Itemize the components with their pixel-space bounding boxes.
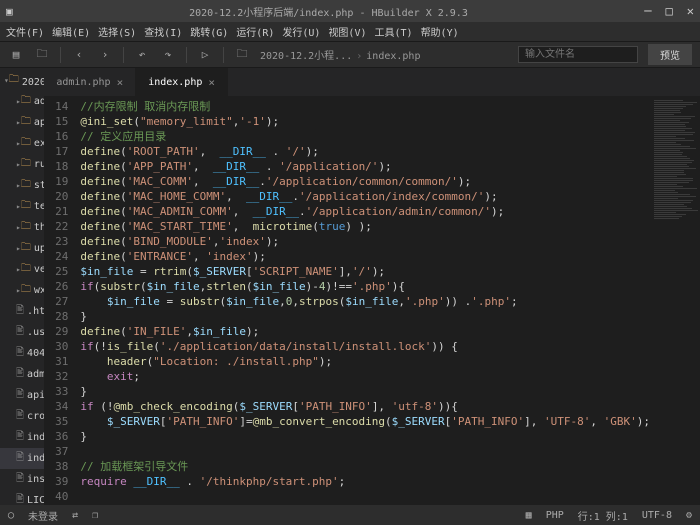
redo-icon[interactable]: ↷ bbox=[160, 47, 176, 63]
open-folder-icon[interactable]: 🗀 bbox=[34, 47, 50, 63]
terminal-icon[interactable]: ❐ bbox=[92, 510, 98, 521]
editor-tab[interactable]: admin.php× bbox=[44, 68, 136, 96]
menu-item[interactable]: 帮助(Y) bbox=[421, 24, 459, 39]
titlebar: ▣ 2020-12.2小程序后端/index.php - HBuilder X … bbox=[0, 0, 700, 22]
tree-item[interactable]: 🖹404.html bbox=[0, 343, 44, 364]
maximize-icon[interactable]: □ bbox=[666, 4, 673, 18]
minimap[interactable] bbox=[650, 96, 700, 505]
menu-item[interactable]: 工具(T) bbox=[375, 24, 413, 39]
app-logo-icon: ▣ bbox=[6, 5, 13, 18]
menu-item[interactable]: 跳转(G) bbox=[190, 24, 228, 39]
tree-item[interactable]: ▸🗀vendor bbox=[0, 259, 44, 280]
tree-item[interactable]: 🖹.user.ini bbox=[0, 322, 44, 343]
back-icon[interactable]: ‹ bbox=[71, 47, 87, 63]
search-input[interactable] bbox=[518, 46, 638, 63]
editor-tabs: admin.php×index.php× bbox=[44, 68, 700, 96]
menu-item[interactable]: 运行(R) bbox=[236, 24, 274, 39]
menu-item[interactable]: 查找(I) bbox=[144, 24, 182, 39]
tree-item[interactable]: 🖹index.html bbox=[0, 427, 44, 448]
language-indicator[interactable]: PHP bbox=[546, 510, 564, 521]
tree-item[interactable]: ▸🗀runtime bbox=[0, 154, 44, 175]
tree-item[interactable]: ▾🗀2020-12.2小程序后端 bbox=[0, 70, 44, 91]
tab-close-icon[interactable]: × bbox=[117, 76, 124, 89]
explorer-icon[interactable]: 🗀 bbox=[234, 47, 250, 63]
window-title: 2020-12.2小程序后端/index.php - HBuilder X 2.… bbox=[13, 4, 645, 19]
breadcrumb[interactable]: 2020-12.2小程...›index.php bbox=[260, 47, 420, 62]
tree-item[interactable]: ▸🗀thinkphp bbox=[0, 217, 44, 238]
tree-item[interactable]: 🖹api.php bbox=[0, 385, 44, 406]
tree-item[interactable]: ▸🗀wxApi bbox=[0, 280, 44, 301]
user-icon[interactable]: ◯ bbox=[8, 510, 14, 521]
settings-icon[interactable]: ⚙ bbox=[686, 510, 692, 521]
code-editor[interactable]: 1415161718192021222324252627282930313233… bbox=[44, 96, 700, 505]
preview-button[interactable]: 预览 bbox=[648, 44, 692, 65]
statusbar: ◯ 未登录 ⇄ ❐ ▦ PHP 行:1 列:1 UTF-8 ⚙ bbox=[0, 505, 700, 525]
menubar: 文件(F) 编辑(E) 选择(S) 查找(I) 跳转(G) 运行(R) 发行(U) 视图(V)… bbox=[0, 22, 700, 42]
toolbar: ▤ 🗀 ‹ › ↶ ↷ ▷ 🗀 2020-12.2小程...›index.php… bbox=[0, 42, 700, 68]
menu-item[interactable]: 发行(U) bbox=[282, 24, 320, 39]
menu-item[interactable]: 选择(S) bbox=[98, 24, 136, 39]
tree-item[interactable]: 🖹crossdomain.xml bbox=[0, 406, 44, 427]
tree-item[interactable]: ▸🗀extend bbox=[0, 133, 44, 154]
forward-icon[interactable]: › bbox=[97, 47, 113, 63]
cursor-position[interactable]: 行:1 列:1 bbox=[578, 508, 628, 523]
tree-item[interactable]: 🖹admin.php bbox=[0, 364, 44, 385]
tree-item[interactable]: 🖹.htaccess bbox=[0, 301, 44, 322]
code-content[interactable]: //内存限制 取消内存限制@ini_set("memory_limit",'-1… bbox=[74, 96, 650, 505]
grid-icon[interactable]: ▦ bbox=[526, 510, 532, 521]
tree-item[interactable]: ▸🗀static bbox=[0, 175, 44, 196]
line-gutter: 1415161718192021222324252627282930313233… bbox=[44, 96, 74, 505]
login-status[interactable]: 未登录 bbox=[28, 508, 58, 523]
menu-item[interactable]: 文件(F) bbox=[6, 24, 44, 39]
new-file-icon[interactable]: ▤ bbox=[8, 47, 24, 63]
file-explorer[interactable]: ▾🗀2020-12.2小程序后端▸🗀addons▸🗀application▸🗀e… bbox=[0, 68, 44, 505]
tree-item[interactable]: ▸🗀addons bbox=[0, 91, 44, 112]
tab-close-icon[interactable]: × bbox=[208, 76, 215, 89]
tree-item[interactable]: 🖹index.php bbox=[0, 448, 44, 469]
encoding-indicator[interactable]: UTF-8 bbox=[642, 510, 672, 521]
editor-tab[interactable]: index.php× bbox=[136, 68, 228, 96]
tree-item[interactable]: ▸🗀template bbox=[0, 196, 44, 217]
sync-icon[interactable]: ⇄ bbox=[72, 510, 78, 521]
menu-item[interactable]: 编辑(E) bbox=[52, 24, 90, 39]
close-icon[interactable]: ✕ bbox=[687, 4, 694, 18]
tree-item[interactable]: 🖹LICENSE bbox=[0, 490, 44, 505]
run-icon[interactable]: ▷ bbox=[197, 47, 213, 63]
tree-item[interactable]: ▸🗀application bbox=[0, 112, 44, 133]
minimize-icon[interactable]: ─ bbox=[644, 4, 651, 18]
tree-item[interactable]: ▸🗀upload bbox=[0, 238, 44, 259]
menu-item[interactable]: 视图(V) bbox=[328, 24, 366, 39]
tree-item[interactable]: 🖹install.php bbox=[0, 469, 44, 490]
undo-icon[interactable]: ↶ bbox=[134, 47, 150, 63]
